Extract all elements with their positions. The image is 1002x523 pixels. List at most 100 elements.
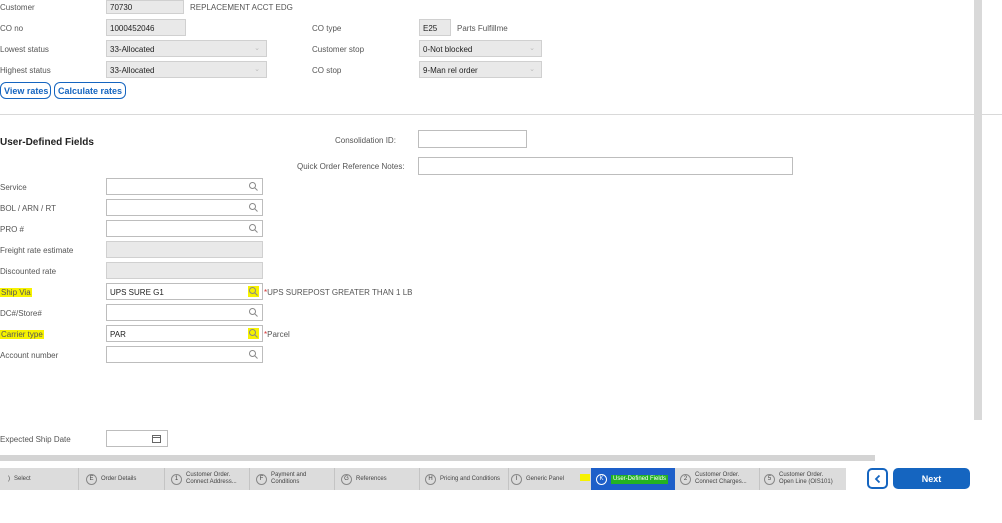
calendar-icon[interactable] (151, 433, 162, 444)
step-generic-panel[interactable]: I Generic Panel (511, 468, 589, 490)
pro-input[interactable] (106, 220, 263, 237)
step-label: Pricing and Conditions (440, 475, 501, 482)
next-button[interactable]: Next (893, 468, 970, 489)
service-input[interactable] (106, 178, 263, 195)
section-title: User-Defined Fields (0, 137, 94, 148)
co-type-label: CO type (312, 24, 342, 33)
ship-via-input[interactable]: UPS SURE G1 (106, 283, 263, 300)
step-payment-conditions[interactable]: F Payment and Conditions (256, 468, 334, 490)
horizontal-scrollbar[interactable] (0, 455, 875, 461)
co-stop-value: 9-Man rel order (423, 66, 478, 75)
step-key: 5 (764, 473, 775, 485)
search-icon[interactable] (248, 328, 259, 339)
step-label: Customer Order. Open Line (OIS101) (779, 472, 833, 485)
search-icon[interactable] (248, 307, 259, 318)
step-pricing-conditions[interactable]: H Pricing and Conditions (425, 468, 508, 490)
step-references[interactable]: G References (341, 468, 419, 490)
step-key: K (596, 473, 607, 485)
section-divider (0, 114, 1002, 115)
view-rates-button[interactable]: View rates (0, 82, 51, 99)
calculate-rates-button[interactable]: Calculate rates (54, 82, 126, 99)
ship-via-value: UPS SURE G1 (110, 288, 164, 297)
carrier-type-label: Carrier type (0, 330, 44, 339)
search-icon[interactable] (248, 202, 259, 213)
chevron-down-icon: ⌄ (529, 66, 535, 73)
chevron-down-icon: ⌄ (529, 45, 535, 52)
step-label: Select (14, 475, 31, 482)
step-key: E (86, 473, 97, 485)
lowest-status-label: Lowest status (0, 45, 49, 54)
step-label: Generic Panel (526, 475, 565, 482)
customer-field: 70730 (106, 0, 184, 14)
consolidation-id-input[interactable] (418, 130, 527, 148)
vertical-scrollbar[interactable] (974, 0, 982, 420)
step-key: F (256, 473, 267, 485)
quick-notes-input[interactable] (418, 157, 793, 175)
step-open-line[interactable]: 5 Customer Order. Open Line (OIS101) (764, 468, 844, 490)
expected-ship-date-input[interactable] (106, 430, 168, 447)
bol-input[interactable] (106, 199, 263, 216)
step-divider (249, 468, 250, 490)
search-icon[interactable] (248, 223, 259, 234)
customer-label: Customer (0, 3, 35, 12)
step-label: Order Details (101, 475, 137, 482)
customer-name: REPLACEMENT ACCT EDG (190, 3, 293, 12)
step-divider (419, 468, 420, 490)
step-connect-charges[interactable]: 2 Customer Order. Connect Charges... (680, 468, 758, 490)
dc-store-input[interactable] (106, 304, 263, 321)
co-no-field: 1000452046 (106, 19, 186, 36)
lowest-status-value: 33-Allocated (110, 45, 155, 54)
step-divider (164, 468, 165, 490)
consolidation-id-label: Consolidation ID: (335, 136, 396, 145)
search-icon[interactable] (248, 181, 259, 192)
co-stop-label: CO stop (312, 66, 342, 75)
customer-stop-label: Customer stop (312, 45, 365, 54)
discounted-rate-field (106, 262, 263, 279)
ship-via-desc: UPS SUREPOST GREATER THAN 1 LB (267, 288, 413, 297)
step-divider (78, 468, 79, 490)
highlight-marker (580, 474, 590, 481)
service-label: Service (0, 183, 27, 192)
step-label: User-Defined Fields (611, 474, 669, 484)
step-label: Payment and Conditions (271, 472, 307, 485)
search-icon[interactable] (248, 286, 259, 297)
step-label: Customer Order. Connect Charges... (695, 472, 747, 485)
co-no-label: CO no (0, 24, 24, 33)
step-select[interactable]: ) Select (8, 468, 78, 490)
highest-status-label: Highest status (0, 66, 51, 75)
bol-label: BOL / ARN / RT (0, 204, 57, 213)
step-key: 2 (680, 473, 691, 485)
chevron-left-icon (874, 474, 880, 483)
lowest-status-select[interactable]: 33-Allocated ⌄ (106, 40, 267, 57)
step-order-details[interactable]: E Order Details (86, 468, 164, 490)
customer-stop-select[interactable]: 0-Not blocked ⌄ (419, 40, 542, 57)
step-connect-address[interactable]: 1 Customer Order. Connect Address... (171, 468, 249, 490)
chevron-down-icon: ⌄ (254, 45, 260, 52)
back-button[interactable] (867, 468, 888, 489)
step-divider (759, 468, 760, 490)
step-divider (334, 468, 335, 490)
dc-store-label: DC#/Store# (0, 309, 42, 318)
highest-status-select[interactable]: 33-Allocated ⌄ (106, 61, 267, 78)
step-key: G (341, 473, 352, 485)
step-divider (508, 468, 509, 490)
co-type-desc: Parts Fulfillme (457, 24, 508, 33)
account-number-input[interactable] (106, 346, 263, 363)
highest-status-value: 33-Allocated (110, 66, 155, 75)
account-label: Account number (0, 351, 59, 360)
step-user-defined-fields[interactable]: K User-Defined Fields (591, 468, 675, 490)
step-label: Customer Order. Connect Address... (186, 472, 237, 485)
step-key: H (425, 473, 436, 485)
expected-ship-label: Expected Ship Date (0, 435, 71, 444)
quick-notes-label: Quick Order Reference Notes: (297, 162, 405, 171)
step-label: References (356, 475, 387, 482)
co-stop-select[interactable]: 9-Man rel order ⌄ (419, 61, 542, 78)
co-type-field: E25 (419, 19, 451, 36)
freight-rate-field (106, 241, 263, 258)
pro-label: PRO # (0, 225, 25, 234)
search-icon[interactable] (248, 349, 259, 360)
carrier-type-input[interactable]: PAR (106, 325, 263, 342)
carrier-type-value: PAR (110, 330, 126, 339)
step-navigation: ) Select E Order Details 1 Customer Order. … (0, 468, 846, 490)
discounted-label: Discounted rate (0, 267, 57, 276)
